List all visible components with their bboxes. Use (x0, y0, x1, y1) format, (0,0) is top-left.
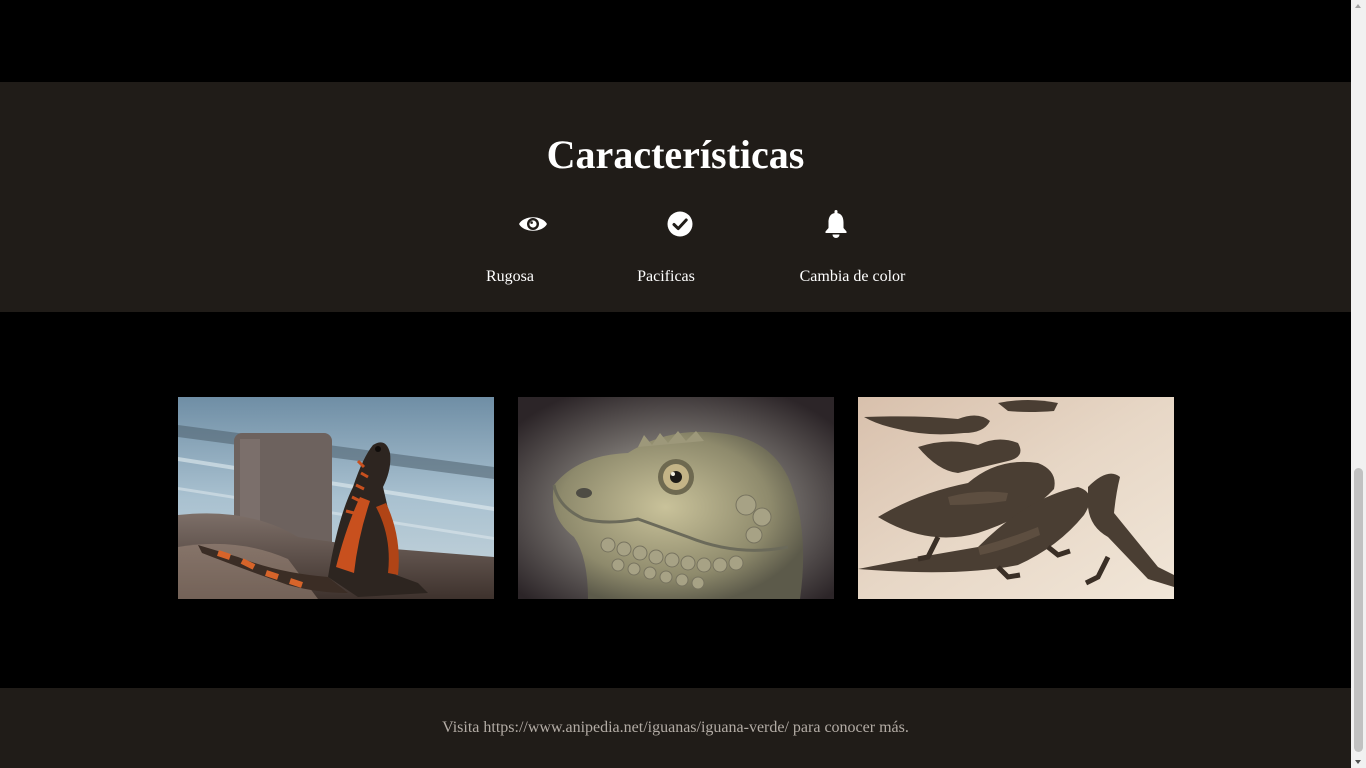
feature-item-rugosa: Rugosa (470, 210, 550, 286)
page-viewport: Características Rugosa Pacificas Cambia … (0, 0, 1351, 768)
features-title: Características (546, 132, 805, 177)
feature-item-cambia-de-color: Cambia de color (790, 210, 915, 286)
scroll-down-arrow-icon[interactable] (1355, 760, 1361, 764)
bell-icon (821, 210, 851, 238)
iguana-on-rocks-photo (178, 397, 494, 599)
iguanas-on-sand-photo (858, 397, 1174, 599)
scrollbar-thumb[interactable] (1354, 468, 1363, 752)
site-footer: Visita https://www.anipedia.net/iguanas/… (0, 688, 1351, 768)
footer-text: Visita https://www.anipedia.net/iguanas/… (442, 719, 909, 736)
feature-label: Rugosa (486, 268, 534, 285)
iguana-head-closeup-photo (518, 397, 834, 599)
check-circle-icon (665, 210, 695, 238)
vertical-scrollbar[interactable] (1351, 0, 1366, 768)
top-section (0, 0, 1351, 82)
eye-icon (518, 210, 548, 238)
feature-label: Cambia de color (799, 268, 906, 285)
gallery-section (0, 312, 1351, 688)
feature-item-pacificas: Pacificas (626, 210, 706, 286)
features-section: Características Rugosa Pacificas Cambia … (0, 82, 1351, 312)
scroll-up-arrow-icon[interactable] (1355, 4, 1361, 8)
feature-label: Pacificas (637, 268, 695, 285)
